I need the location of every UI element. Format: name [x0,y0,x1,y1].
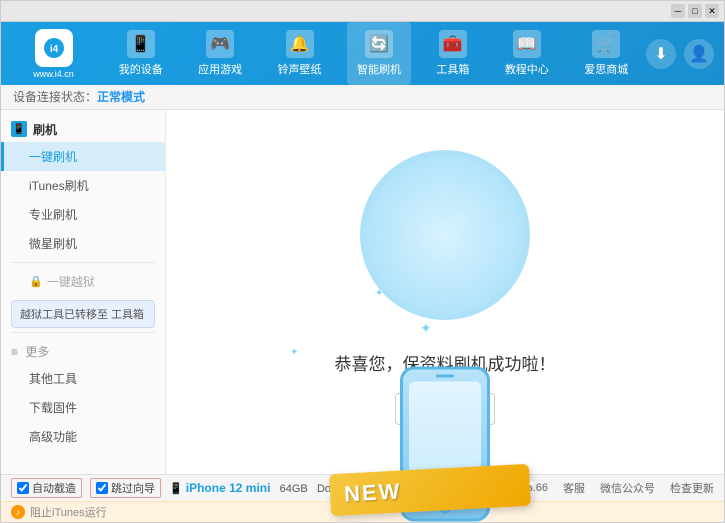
check-update-link[interactable]: 检查更新 [670,480,714,496]
app-window: ─ □ ✕ i4 www.i4.cn 📱 我的设备 🎮 应用游戏 [0,0,725,523]
apps-games-icon: 🎮 [206,30,234,58]
my-device-icon: 📱 [127,30,155,58]
header-actions: ⬇ 👤 [646,39,714,69]
auto-screenshot-checkbox[interactable]: 自动截造 [11,478,82,498]
illustration: ✦ ✦ ✦ NEW [345,135,545,335]
statusbar: 设备连接状态： 正常模式 [1,85,724,110]
skip-wizard-input[interactable] [96,482,108,494]
svg-text:i4: i4 [49,44,58,55]
device-name: iPhone 12 mini [186,481,271,495]
skip-wizard-checkbox[interactable]: 跳过向导 [90,478,161,498]
shop-icon: 🛒 [592,30,620,58]
sidebar-item-download-firmware[interactable]: 下载固件 [1,393,165,422]
content-area: ✦ ✦ ✦ NEW 恭喜您，保资料刷机成功啦！ [166,110,724,474]
device-storage: 64GB [280,483,308,495]
nav-ringtone[interactable]: 🔔 铃声壁纸 [268,22,332,85]
lock-icon: 🔒 [29,275,43,288]
jailbreak-notice: 越狱工具已转移至 工具箱 [11,300,155,328]
nav-my-device-label: 我的设备 [119,61,163,77]
sidebar: 📱 刷机 一键刷机 iTunes刷机 专业刷机 微星刷机 🔒 一键越狱 越狱工具… [1,110,166,474]
nav-toolbox-label: 工具箱 [436,61,469,77]
sidebar-divider-1 [11,262,155,263]
sidebar-item-jailbreak: 🔒 一键越狱 [1,267,165,296]
nav-toolbox[interactable]: 🧰 工具箱 [426,22,479,85]
maximize-button[interactable]: □ [688,4,702,18]
status-value: 正常模式 [97,88,145,105]
new-banner-text: NEW [343,478,402,506]
account-button[interactable]: 👤 [684,39,714,69]
ringtone-icon: 🔔 [286,30,314,58]
logo: i4 www.i4.cn [11,29,96,79]
skip-wizard-label: 跳过向导 [111,480,155,496]
customer-service-link[interactable]: 客服 [563,480,585,496]
nav-smart-flash-label: 智能刷机 [357,61,401,77]
flash-section-icon: 📱 [11,121,27,137]
sidebar-item-pro-flash[interactable]: 专业刷机 [1,200,165,229]
nav-tutorial[interactable]: 📖 教程中心 [495,22,559,85]
sidebar-divider-2 [11,332,155,333]
nav-ringtone-label: 铃声壁纸 [278,61,322,77]
nav-tutorial-label: 教程中心 [505,61,549,77]
sparkle-1: ✦ [420,320,620,337]
header: i4 www.i4.cn 📱 我的设备 🎮 应用游戏 🔔 铃声壁纸 🔄 智能刷机 [1,22,724,85]
toolbox-icon: 🧰 [439,30,467,58]
sidebar-item-one-key-flash[interactable]: 一键刷机 [1,142,165,171]
sidebar-item-itunes-flash[interactable]: iTunes刷机 [1,171,165,200]
sparkle-3: ✦ [375,288,575,299]
nav-shop[interactable]: 🛒 爱思商城 [574,22,638,85]
smart-flash-icon: 🔄 [365,30,393,58]
nav-apps-games-label: 应用游戏 [198,61,242,77]
close-button[interactable]: ✕ [705,4,719,18]
auto-screenshot-label: 自动截造 [32,480,76,496]
sidebar-item-other-tools[interactable]: 其他工具 [1,364,165,393]
download-button[interactable]: ⬇ [646,39,676,69]
wechat-link[interactable]: 微信公众号 [600,480,655,496]
sidebar-item-advanced[interactable]: 高级功能 [1,422,165,451]
nav-items: 📱 我的设备 🎮 应用游戏 🔔 铃声壁纸 🔄 智能刷机 🧰 工具箱 📖 [101,22,646,85]
jailbreak-label: 一键越狱 [47,273,95,290]
status-prefix: 设备连接状态： [13,88,97,105]
flash-section-label: 刷机 [33,121,57,138]
itunes-running-text[interactable]: 阻止iTunes运行 [30,504,107,520]
minimize-button[interactable]: ─ [671,4,685,18]
nav-apps-games[interactable]: 🎮 应用游戏 [188,22,252,85]
more-icon: ≡ [11,345,18,359]
flash-section-header: 📱 刷机 [1,115,165,142]
auto-screenshot-input[interactable] [17,482,29,494]
sidebar-item-downgrade-flash[interactable]: 微星刷机 [1,229,165,258]
main-area: 📱 刷机 一键刷机 iTunes刷机 专业刷机 微星刷机 🔒 一键越狱 越狱工具… [1,110,724,474]
nav-my-device[interactable]: 📱 我的设备 [109,22,173,85]
phone-speaker [436,374,454,377]
sparkle-2: ✦ [290,347,490,358]
tutorial-icon: 📖 [513,30,541,58]
titlebar: ─ □ ✕ [1,1,724,22]
logo-icon: i4 [35,29,73,67]
more-label: 更多 [25,345,49,359]
itunes-icon: ♪ [11,505,25,519]
nav-shop-label: 爱思商城 [584,61,628,77]
more-section-header: ≡ 更多 [1,337,165,364]
nav-smart-flash[interactable]: 🔄 智能刷机 [347,22,411,85]
logo-subtitle: www.i4.cn [33,69,74,79]
